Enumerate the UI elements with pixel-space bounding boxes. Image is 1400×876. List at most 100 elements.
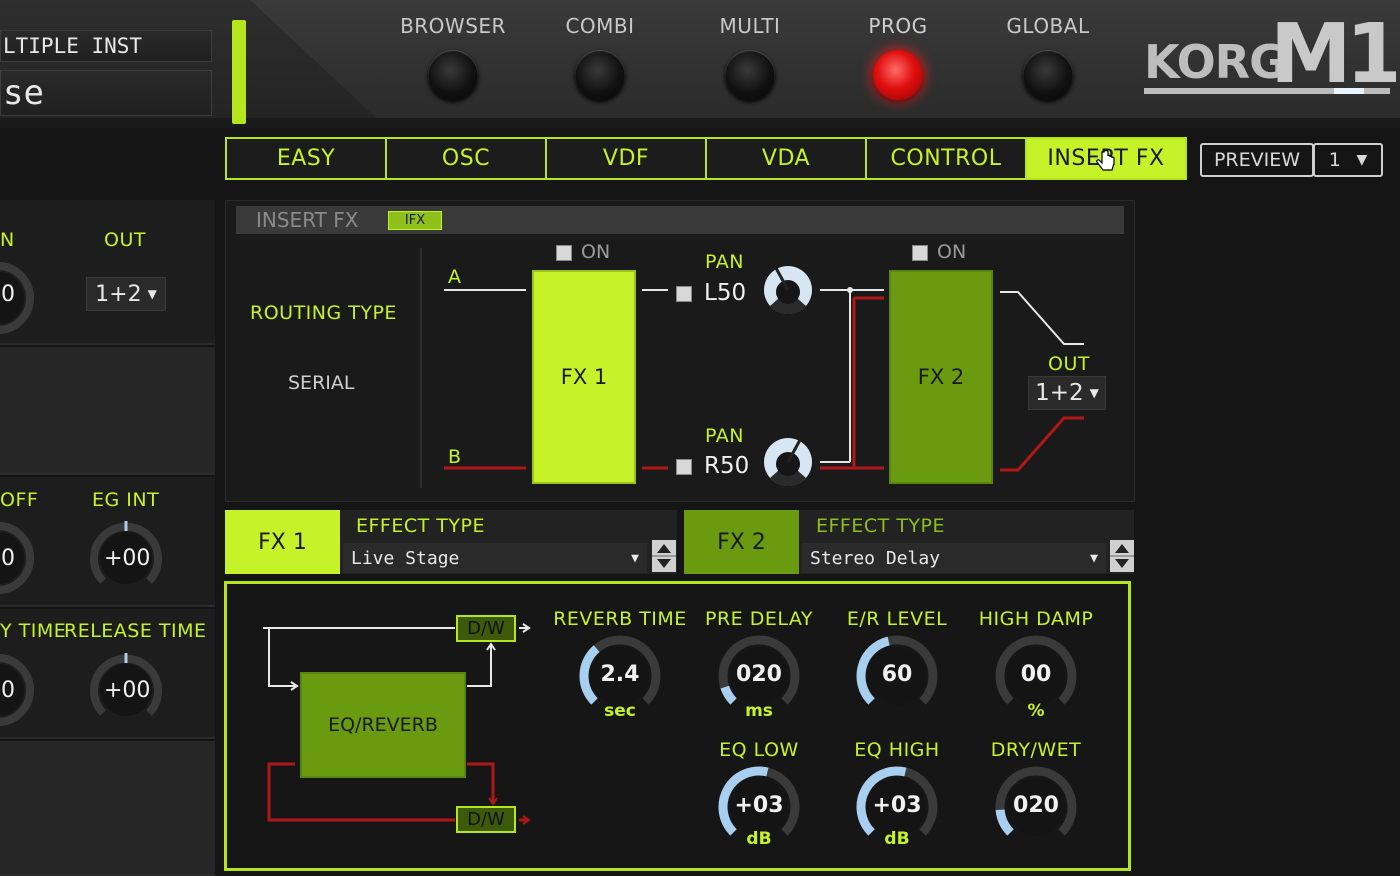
release-time-value: +00 [104,678,151,703]
program-indicator-strip [232,20,246,124]
fx1-effect-type-select[interactable]: Live Stage ▼ [343,543,647,573]
pan-bottom-knob[interactable] [760,434,816,490]
fx1-tab-label: FX 1 [258,529,307,555]
knob-pre-delay[interactable]: PRE DELAY 020 ms [689,608,829,728]
fx1-effect-type-label: EFFECT TYPE [356,515,485,537]
fx2-type-stepper[interactable] [1110,540,1134,572]
eq-reverb-block: EQ/REVERB [300,672,466,778]
pan-top-knob[interactable] [760,262,816,318]
knob-dry-wet[interactable]: DRY/WET 020 [966,739,1106,859]
routing-type-value[interactable]: SERIAL [288,372,354,394]
mode-combi-led[interactable] [575,50,625,100]
pan-top-label: PAN [705,251,744,273]
eg-int-value: +00 [104,546,151,571]
logo-model-text: M1 [1270,14,1396,100]
left-out-select[interactable]: 1+2 ▼ [86,277,166,311]
tab-easy[interactable]: EASY [227,139,387,178]
knob-label: PRE DELAY [705,608,813,630]
fx2-effect-type-select[interactable]: Stereo Delay ▼ [802,543,1106,573]
time-value: 00 [0,678,15,703]
fx1-type-stepper[interactable] [652,540,676,572]
chevron-down-icon: ▼ [1356,152,1368,168]
insert-fx-title: INSERT FX [256,208,359,232]
fx1-block-label: FX 1 [560,365,608,389]
fx2-block[interactable]: FX 2 [889,270,993,484]
routing-divider [420,248,422,488]
time-label: Y TIME [0,620,67,642]
fx1-block[interactable]: FX 1 [532,270,636,484]
knob-eq-high[interactable]: EQ HIGH +03 dB [827,739,967,859]
fx1-on-checkbox[interactable] [556,245,572,261]
fx2-on-label: ON [937,241,967,263]
pan-bottom-checkbox[interactable] [676,459,692,475]
knob-value: +03 [734,793,784,818]
knob-unit: ms [745,701,773,721]
program-lcd-line2[interactable]: se [0,70,212,116]
chevron-down-icon: ▼ [1090,550,1098,566]
fx2-tab-label: FX 2 [717,529,766,555]
mode-browser-button[interactable]: BROWSER [393,14,513,100]
mode-label: BROWSER [400,14,506,38]
fx1-tab[interactable]: FX 1 [225,510,340,574]
mode-multi-button[interactable]: MULTI [690,14,810,100]
mode-global-led[interactable] [1023,50,1073,100]
left-panel-bottom [0,741,215,876]
out-label: OUT [104,229,146,251]
knob-label: HIGH DAMP [978,608,1094,630]
knob-label: DRY/WET [990,739,1082,761]
routing-type-label: ROUTING TYPE [250,302,397,324]
tab-osc[interactable]: OSC [387,139,547,178]
mode-label: COMBI [565,14,635,38]
mode-combi-button[interactable]: COMBI [540,14,660,100]
page-tabs: EASY OSC VDF VDA CONTROL INSERT FX [225,137,1187,180]
knob-eq-low[interactable]: EQ LOW +03 dB [689,739,829,859]
eg-int-label: EG INT [92,489,160,511]
mode-multi-led[interactable] [725,50,775,100]
mode-prog-led[interactable] [873,50,923,100]
chevron-down-icon: ▼ [631,550,639,566]
knob-unit: % [1027,701,1045,721]
input-a-label: A [448,266,462,288]
eq-reverb-label: EQ/REVERB [328,714,438,736]
hand-cursor-icon [1096,150,1115,171]
knob-value: 60 [881,662,913,687]
fx-out-value: 1+2 [1035,380,1084,406]
mode-browser-led[interactable] [428,50,478,100]
input-b-label: B [448,446,462,468]
preview-select[interactable]: 1 ▼ [1313,143,1383,177]
mode-label: MULTI [719,14,781,38]
input-value: 00 [0,282,15,307]
knob-value: 2.4 [600,662,640,687]
knob-label: EQ HIGH [854,739,940,761]
left-out-value: 1+2 [95,281,142,307]
dw-bottom-badge: D/W [456,806,516,833]
chevron-down-icon: ▼ [1089,386,1099,400]
knob-level-arc [720,685,737,705]
korg-m1-logo: KORG M1 [1144,14,1396,100]
insert-fx-header [236,206,1124,234]
knob-high-damp[interactable]: HIGH DAMP 00 % [966,608,1106,728]
pan-bottom-label: PAN [705,425,744,447]
preview-button[interactable]: PREVIEW [1200,143,1314,177]
left-panel-mid [0,347,215,475]
tab-vda[interactable]: VDA [707,139,867,178]
fx2-tab[interactable]: FX 2 [684,510,799,574]
mode-global-button[interactable]: GLOBAL [988,14,1108,100]
knob-er-level[interactable]: E/R LEVEL 60 [827,608,967,728]
header-shadow [0,118,1400,128]
pan-top-checkbox[interactable] [676,286,692,302]
mode-prog-button[interactable]: PROG [838,14,958,100]
pan-bottom-value: R50 [704,453,750,479]
tab-vdf[interactable]: VDF [547,139,707,178]
release-time-label: RELEASE TIME [64,620,207,642]
dw-top-badge: D/W [456,615,516,642]
program-lcd-line1: LTIPLE INST [0,30,212,62]
pan-top-value: L50 [704,280,747,306]
fx2-on-checkbox[interactable] [912,245,928,261]
logo-brand-text: KORG [1144,35,1286,89]
tab-control[interactable]: CONTROL [867,139,1027,178]
fx-out-select[interactable]: 1+2 ▼ [1028,376,1106,410]
knob-unit: dB [884,829,910,849]
fx2-block-label: FX 2 [917,365,965,389]
knob-reverb-time[interactable]: REVERB TIME 2.4 sec [550,608,690,728]
